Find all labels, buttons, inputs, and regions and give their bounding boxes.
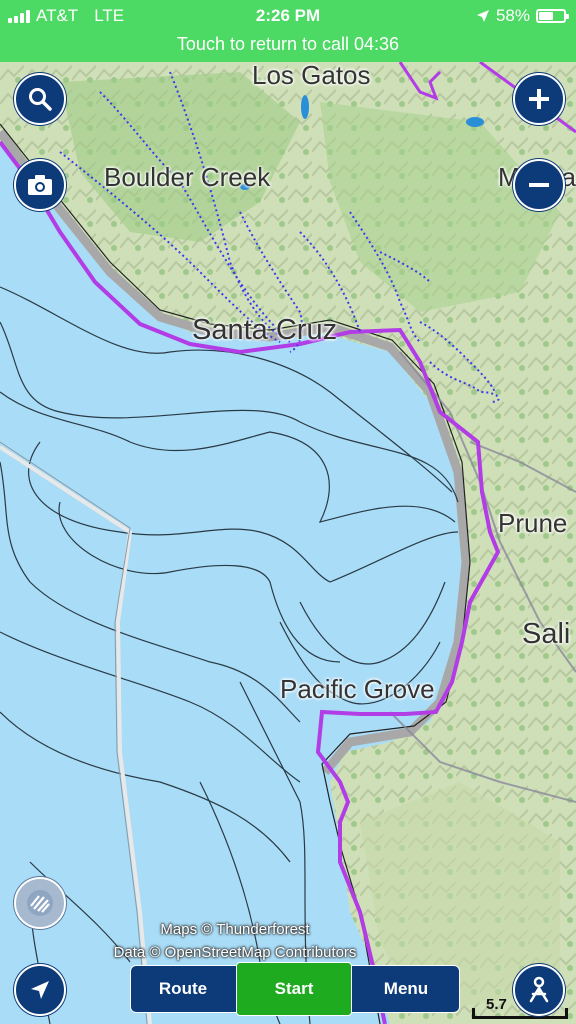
layers-button[interactable] — [14, 877, 66, 929]
map-view[interactable]: Los Gatos Boulder Creek Santa Cruz Pacif… — [0, 60, 576, 1024]
zoom-in-button[interactable] — [513, 73, 565, 125]
place-label-santa-cruz: Santa Cruz — [192, 314, 338, 346]
scale-value: 5.7 — [486, 996, 507, 1013]
layers-icon — [27, 890, 53, 916]
locate-button[interactable] — [14, 964, 66, 1016]
person-icon — [529, 976, 549, 1003]
start-button[interactable]: Start — [236, 962, 352, 1016]
status-bar: AT&T LTE 2:26 PM 58% Touch to return to … — [0, 0, 576, 62]
location-services-icon — [476, 10, 489, 22]
place-label-los-gatos: Los Gatos — [252, 60, 371, 90]
battery-percent: 58% — [495, 6, 530, 25]
bottom-toolbar: Route Start Menu — [130, 962, 460, 1016]
attribution-line-1: Maps © Thunderforest — [160, 921, 310, 938]
map-attribution: Maps © Thunderforest Data © OpenStreetMa… — [0, 918, 470, 964]
attribution-line-2: Data © OpenStreetMap Contributors — [113, 944, 357, 961]
place-label-pacific-grove: Pacific Grove — [280, 674, 435, 704]
plus-icon — [529, 89, 549, 109]
lake — [301, 95, 309, 119]
route-button[interactable]: Route — [131, 966, 235, 1012]
lake — [466, 117, 484, 127]
minus-icon — [529, 183, 549, 187]
place-label-boulder-creek: Boulder Creek — [104, 162, 271, 192]
location-arrow-icon — [31, 981, 49, 999]
place-label-prune: Prune — [498, 508, 568, 538]
map-canvas[interactable] — [0, 62, 576, 1024]
battery-icon — [536, 9, 569, 23]
call-banner[interactable]: Touch to return to call 04:36 — [0, 34, 576, 55]
search-icon — [29, 88, 52, 111]
zoom-out-button[interactable] — [513, 159, 565, 211]
search-button[interactable] — [14, 73, 66, 125]
camera-icon — [28, 175, 52, 195]
person-button[interactable] — [513, 964, 565, 1016]
camera-button[interactable] — [14, 159, 66, 211]
place-label-sali: Sali — [522, 618, 571, 650]
menu-button[interactable]: Menu — [353, 966, 459, 1012]
